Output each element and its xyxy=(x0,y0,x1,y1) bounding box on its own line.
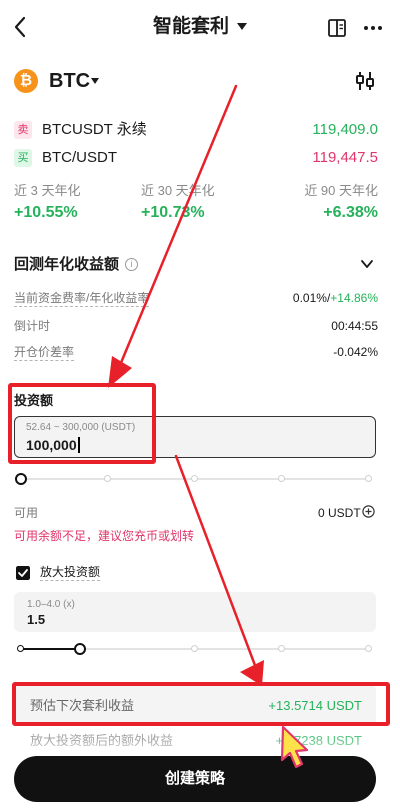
page-title-text: 智能套利 xyxy=(152,16,229,37)
perp-pair-price: 119,409.0 xyxy=(312,121,378,138)
coin-caret-icon[interactable] xyxy=(91,78,99,84)
slider-step[interactable] xyxy=(365,475,372,482)
spot-pair-price: 119,447.5 xyxy=(312,149,378,166)
estimate-highlight-box xyxy=(12,682,390,726)
coin-selector[interactable]: BTC xyxy=(49,68,90,94)
slider-step[interactable] xyxy=(191,645,198,652)
create-strategy-button[interactable]: 创建策略 xyxy=(14,756,376,802)
yield-90d-value: +6.38% xyxy=(323,204,378,221)
investment-slider-knob[interactable] xyxy=(15,473,27,485)
available-label: 可用 xyxy=(14,506,39,520)
slider-step[interactable] xyxy=(365,645,372,652)
leverage-range-hint: 1.0–4.0 (x) xyxy=(27,599,75,610)
leverage-slider-fill xyxy=(20,648,80,650)
slider-step[interactable] xyxy=(278,475,285,482)
yield-30d-label: 近 30 天年化 xyxy=(141,183,215,198)
yield-90d-label: 近 90 天年化 xyxy=(304,183,378,198)
add-funds-icon[interactable] xyxy=(362,505,375,518)
spot-pair-name: BTC/USDT xyxy=(42,149,117,166)
insufficient-balance-warning[interactable]: 可用余额不足，建议您充币或划转 xyxy=(14,528,194,544)
slider-step[interactable] xyxy=(191,475,198,482)
chevron-down-icon[interactable] xyxy=(360,258,374,270)
annual-yield-text: +14.86% xyxy=(330,291,378,305)
countdown-label: 倒计时 xyxy=(14,319,51,333)
funding-rate-label: 当前资金费率/年化收益率 xyxy=(14,291,150,307)
slider-step[interactable] xyxy=(104,475,111,482)
backtest-title: 回测年化收益额 xyxy=(14,256,120,273)
spread-value: -0.042% xyxy=(333,345,378,359)
yield-30d-value: +10.73% xyxy=(141,204,205,221)
info-icon[interactable]: i xyxy=(125,258,138,271)
title-caret-icon xyxy=(237,23,247,31)
more-dots-icon[interactable] xyxy=(362,17,384,39)
spread-label: 开仓价差率 xyxy=(14,345,75,361)
leverage-label[interactable]: 放大投资额 xyxy=(40,564,101,581)
leverage-value[interactable]: 1.5 xyxy=(27,612,45,628)
available-value: 0 USDT xyxy=(318,506,361,520)
buy-badge: 买 xyxy=(14,149,32,167)
investment-highlight-box xyxy=(8,383,156,464)
perp-pair-name: BTCUSDT 永续 xyxy=(42,121,147,138)
btc-coin-icon: ₿ xyxy=(14,69,38,93)
funding-rate-text: 0.01%/ xyxy=(292,291,331,305)
countdown-value: 00:44:55 xyxy=(331,319,378,333)
yield-3d-value: +10.55% xyxy=(14,204,78,221)
leverage-checkbox[interactable] xyxy=(16,566,30,580)
funding-rate-value: 0.01%/+14.86% xyxy=(293,290,378,306)
yield-3d-label: 近 3 天年化 xyxy=(14,183,81,198)
slider-step[interactable] xyxy=(17,645,24,652)
sell-badge: 卖 xyxy=(14,121,32,139)
book-icon[interactable] xyxy=(326,17,348,39)
settings-sliders-icon[interactable] xyxy=(354,70,376,92)
slider-step[interactable] xyxy=(278,645,285,652)
leverage-slider-knob[interactable] xyxy=(74,643,86,655)
